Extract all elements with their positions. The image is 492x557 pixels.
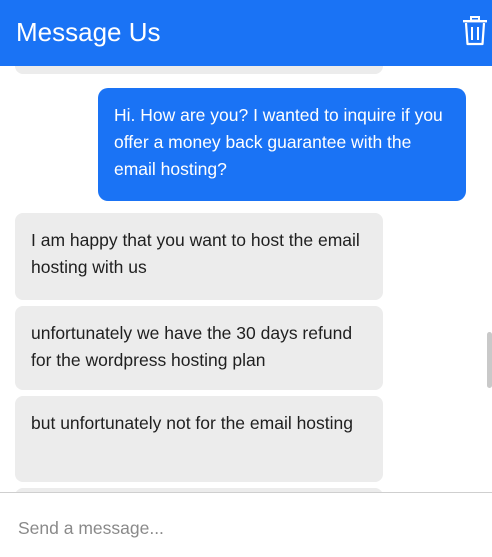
message-input[interactable] <box>18 513 468 543</box>
agent-message-bubble: unfortunately we have the 30 days refund… <box>15 306 383 390</box>
scrollbar-thumb[interactable] <box>487 332 492 388</box>
message-text: Hi. How are you? I wanted to inquire if … <box>114 105 443 179</box>
trash-icon[interactable] <box>462 16 488 46</box>
agent-message-bubble: I am happy that you want to host the ema… <box>15 213 383 300</box>
user-message-bubble: Hi. How are you? I wanted to inquire if … <box>98 88 466 201</box>
message-composer <box>0 492 492 557</box>
agent-message-bubble: but unfortunately not for the email host… <box>15 396 383 482</box>
chat-title: Message Us <box>16 17 161 47</box>
message-text: unfortunately we have the 30 days refund… <box>31 323 353 370</box>
chat-header: Message Us <box>0 0 492 66</box>
message-text: but unfortunately not for the email host… <box>31 413 354 433</box>
message-text: I am happy that you want to host the ema… <box>31 230 360 277</box>
message-list[interactable]: Hi. How are you? I wanted to inquire if … <box>0 66 492 492</box>
previous-message-bubble <box>15 66 383 74</box>
